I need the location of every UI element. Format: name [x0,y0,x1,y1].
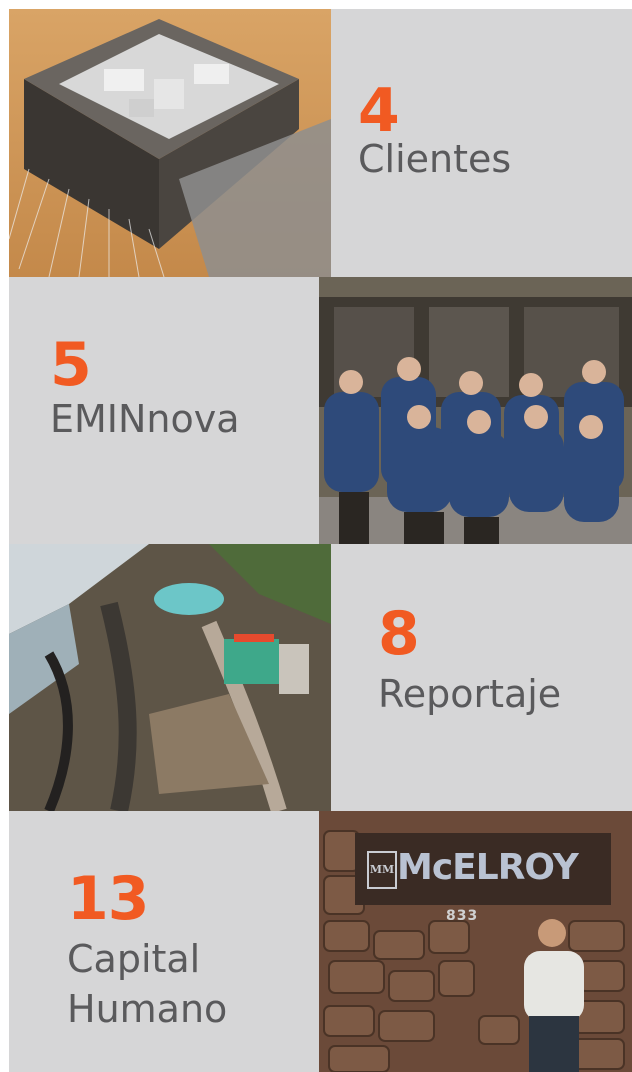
photo-team [319,277,632,544]
brand-sign-text: McELROY [397,847,579,888]
photo-aerial-site [9,544,331,811]
section-capital-humano[interactable]: 13 Capital Humano [9,811,319,1072]
section-title-line2: Humano [67,987,228,1031]
photo-plant-render [9,9,331,277]
section-title: Clientes [358,137,512,181]
page-number: 4 [358,76,400,146]
section-reportaje[interactable]: 8 Reportaje [331,544,632,811]
page-number: 13 [67,864,149,934]
logo-mark: MM [367,851,397,889]
section-clientes[interactable]: 4 Clientes [331,9,632,277]
section-eminnova[interactable]: 5 EMINnova [9,277,319,544]
photo-mcelroy-sign: MM McELROY 833 [319,811,632,1072]
section-title-line1: Capital [67,937,201,981]
section-title: Reportaje [378,672,562,716]
section-title: EMINnova [50,397,240,441]
page-number: 8 [378,599,420,669]
page-number: 5 [50,330,92,400]
street-number: 833 [446,908,479,924]
